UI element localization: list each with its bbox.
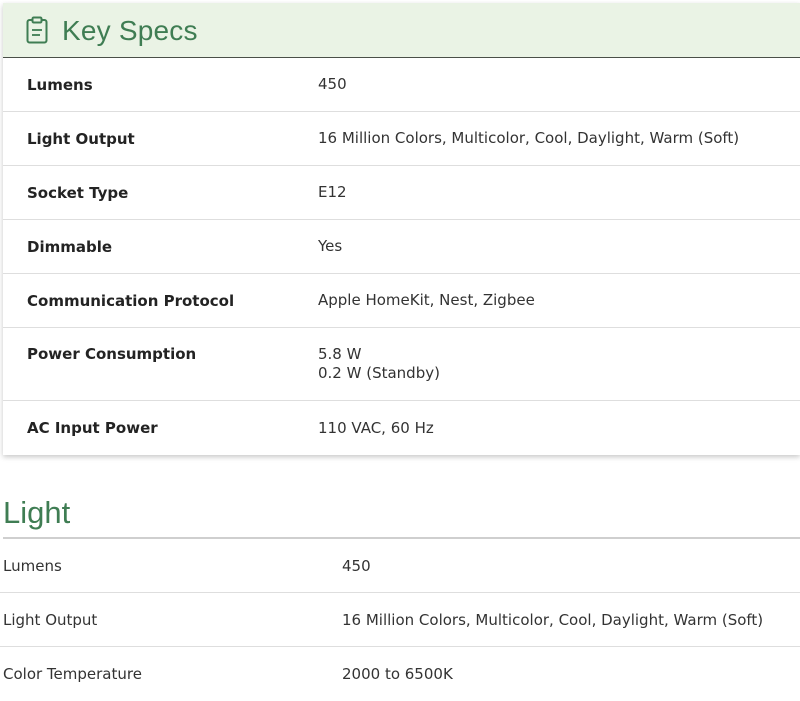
spec-value: 110 VAC, 60 Hz — [318, 418, 434, 437]
spec-row-communication-protocol: Communication Protocol Apple HomeKit, Ne… — [3, 274, 800, 328]
light-value: 16 Million Colors, Multicolor, Cool, Day… — [342, 610, 764, 629]
light-value: 2000 to 6500K — [342, 665, 453, 683]
light-row-color-temperature: Color Temperature 2000 to 6500K — [0, 647, 800, 701]
light-row-lumens: Lumens 450 — [0, 539, 800, 593]
spec-value: 16 Million Colors, Multicolor, Cool, Day… — [318, 129, 740, 147]
clipboard-icon — [26, 16, 48, 44]
spec-value: Apple HomeKit, Nest, Zigbee — [318, 291, 535, 309]
spec-label: Lumens — [27, 75, 93, 94]
spec-label: Dimmable — [27, 237, 113, 256]
spec-label: Power Consumption — [27, 345, 197, 363]
key-specs-title: Key Specs — [62, 15, 198, 46]
spec-value: 5.8 W 0.2 W (Standby) — [318, 345, 440, 383]
light-label: Lumens — [3, 556, 62, 575]
spec-label: Communication Protocol — [27, 291, 235, 310]
key-specs-card: Key Specs Lumens 450 Light Output 16 Mil… — [3, 3, 800, 455]
light-value: 450 — [342, 556, 371, 575]
key-specs-header: Key Specs — [3, 3, 800, 58]
spec-label: Socket Type — [27, 183, 129, 202]
spec-row-light-output: Light Output 16 Million Colors, Multicol… — [3, 112, 800, 166]
spec-value-line: 0.2 W (Standby) — [318, 364, 440, 382]
spec-row-power-consumption: Power Consumption 5.8 W 0.2 W (Standby) — [3, 328, 800, 401]
spec-value: E12 — [318, 183, 347, 201]
spec-value: 450 — [318, 75, 347, 93]
spec-value: Yes — [318, 237, 343, 255]
spec-label: Light Output — [27, 129, 135, 148]
light-row-light-output: Light Output 16 Million Colors, Multicol… — [0, 593, 800, 647]
spec-row-dimmable: Dimmable Yes — [3, 220, 800, 274]
light-section: Light Lumens 450 Light Output 16 Million… — [0, 490, 800, 701]
light-label: Light Output — [3, 610, 98, 629]
spec-row-lumens: Lumens 450 — [3, 58, 800, 112]
light-section-title: Light — [3, 490, 800, 539]
spec-row-socket-type: Socket Type E12 — [3, 166, 800, 220]
spec-label: AC Input Power — [27, 419, 158, 437]
spec-value-line: 5.8 W — [318, 345, 362, 363]
light-label: Color Temperature — [3, 665, 142, 683]
spec-row-ac-input-power: AC Input Power 110 VAC, 60 Hz — [3, 401, 800, 455]
